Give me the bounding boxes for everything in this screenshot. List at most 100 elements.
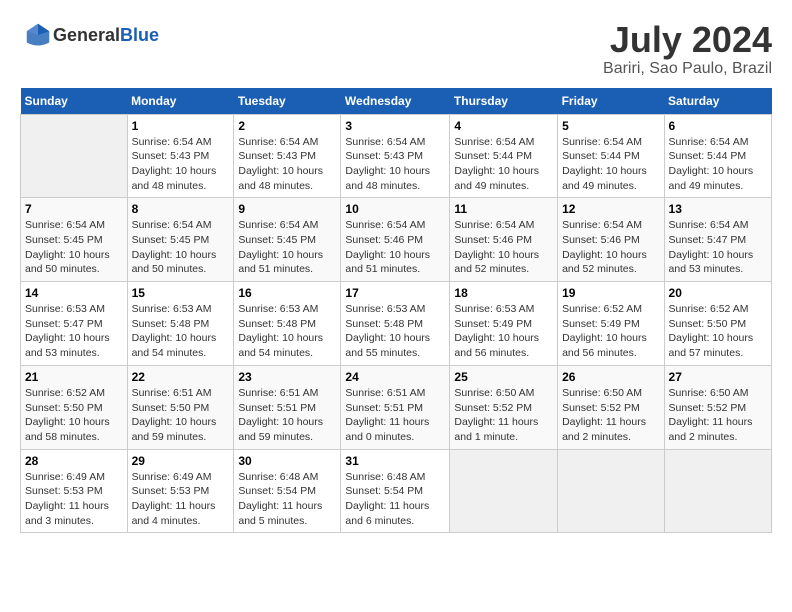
cell-date: 16 <box>238 286 336 300</box>
cell-info: Sunrise: 6:52 AM Sunset: 5:49 PM Dayligh… <box>562 302 659 361</box>
cell-date: 25 <box>454 370 553 384</box>
cell-date: 6 <box>669 119 767 133</box>
cell-info: Sunrise: 6:54 AM Sunset: 5:45 PM Dayligh… <box>132 218 230 277</box>
cell-info: Sunrise: 6:50 AM Sunset: 5:52 PM Dayligh… <box>454 386 553 445</box>
calendar-table: SundayMondayTuesdayWednesdayThursdayFrid… <box>20 88 772 534</box>
cell-info: Sunrise: 6:52 AM Sunset: 5:50 PM Dayligh… <box>669 302 767 361</box>
cell-date: 4 <box>454 119 553 133</box>
cell-info: Sunrise: 6:49 AM Sunset: 5:53 PM Dayligh… <box>25 470 123 529</box>
calendar-cell: 7 Sunrise: 6:54 AM Sunset: 5:45 PM Daylig… <box>21 198 128 282</box>
cell-date: 13 <box>669 202 767 216</box>
cell-date: 3 <box>345 119 445 133</box>
calendar-cell: 13 Sunrise: 6:54 AM Sunset: 5:47 PM Dayli… <box>664 198 771 282</box>
calendar-cell: 21 Sunrise: 6:52 AM Sunset: 5:50 PM Dayli… <box>21 365 128 449</box>
cell-date: 24 <box>345 370 445 384</box>
calendar-cell: 30 Sunrise: 6:48 AM Sunset: 5:54 PM Dayli… <box>234 449 341 533</box>
cell-info: Sunrise: 6:54 AM Sunset: 5:43 PM Dayligh… <box>132 135 230 194</box>
cell-date: 17 <box>345 286 445 300</box>
calendar-cell: 15Sunrise: 6:53 AM Sunset: 5:48 PM Dayli… <box>127 282 234 366</box>
calendar-cell: 27 Sunrise: 6:50 AM Sunset: 5:52 PM Dayli… <box>664 365 771 449</box>
calendar-cell: 10 Sunrise: 6:54 AM Sunset: 5:46 PM Dayli… <box>341 198 450 282</box>
cell-date: 10 <box>345 202 445 216</box>
calendar-cell: 20 Sunrise: 6:52 AM Sunset: 5:50 PM Dayli… <box>664 282 771 366</box>
calendar-day-header: Wednesday <box>341 88 450 115</box>
sub-title: Bariri, Sao Paulo, Brazil <box>603 60 772 78</box>
cell-info: Sunrise: 6:48 AM Sunset: 5:54 PM Dayligh… <box>238 470 336 529</box>
cell-info: Sunrise: 6:54 AM Sunset: 5:46 PM Dayligh… <box>345 218 445 277</box>
calendar-header-row: SundayMondayTuesdayWednesdayThursdayFrid… <box>21 88 772 115</box>
cell-date: 5 <box>562 119 659 133</box>
calendar-day-header: Friday <box>558 88 664 115</box>
calendar-cell <box>21 114 128 198</box>
cell-date: 18 <box>454 286 553 300</box>
calendar-day-header: Sunday <box>21 88 128 115</box>
calendar-cell: 19 Sunrise: 6:52 AM Sunset: 5:49 PM Dayli… <box>558 282 664 366</box>
cell-info: Sunrise: 6:54 AM Sunset: 5:47 PM Dayligh… <box>669 218 767 277</box>
cell-date: 20 <box>669 286 767 300</box>
main-title: July 2024 <box>603 20 772 60</box>
calendar-cell: 16 Sunrise: 6:53 AM Sunset: 5:48 PM Dayli… <box>234 282 341 366</box>
calendar-day-header: Thursday <box>450 88 558 115</box>
cell-date: 1 <box>132 119 230 133</box>
calendar-cell: 17 Sunrise: 6:53 AM Sunset: 5:48 PM Dayli… <box>341 282 450 366</box>
cell-info: Sunrise: 6:53 AM Sunset: 5:48 PM Dayligh… <box>345 302 445 361</box>
cell-date: 21 <box>25 370 123 384</box>
logo-text-blue: Blue <box>120 25 159 45</box>
cell-date: 27 <box>669 370 767 384</box>
calendar-cell: 14Sunrise: 6:53 AM Sunset: 5:47 PM Dayli… <box>21 282 128 366</box>
logo: GeneralBlue <box>20 20 159 50</box>
cell-info: Sunrise: 6:48 AM Sunset: 5:54 PM Dayligh… <box>345 470 445 529</box>
calendar-cell: 23Sunrise: 6:51 AM Sunset: 5:51 PM Dayli… <box>234 365 341 449</box>
cell-info: Sunrise: 6:54 AM Sunset: 5:44 PM Dayligh… <box>669 135 767 194</box>
cell-info: Sunrise: 6:54 AM Sunset: 5:43 PM Dayligh… <box>345 135 445 194</box>
calendar-cell: 6 Sunrise: 6:54 AM Sunset: 5:44 PM Daylig… <box>664 114 771 198</box>
cell-date: 19 <box>562 286 659 300</box>
calendar-cell: 5 Sunrise: 6:54 AM Sunset: 5:44 PM Daylig… <box>558 114 664 198</box>
calendar-week-row: 1 Sunrise: 6:54 AM Sunset: 5:43 PM Daylig… <box>21 114 772 198</box>
title-block: July 2024 Bariri, Sao Paulo, Brazil <box>603 20 772 78</box>
cell-date: 14 <box>25 286 123 300</box>
cell-date: 12 <box>562 202 659 216</box>
calendar-cell: 25 Sunrise: 6:50 AM Sunset: 5:52 PM Dayli… <box>450 365 558 449</box>
cell-date: 8 <box>132 202 230 216</box>
cell-date: 26 <box>562 370 659 384</box>
calendar-cell: 8 Sunrise: 6:54 AM Sunset: 5:45 PM Daylig… <box>127 198 234 282</box>
cell-date: 31 <box>345 454 445 468</box>
calendar-cell: 11Sunrise: 6:54 AM Sunset: 5:46 PM Dayli… <box>450 198 558 282</box>
cell-info: Sunrise: 6:49 AM Sunset: 5:53 PM Dayligh… <box>132 470 230 529</box>
cell-date: 30 <box>238 454 336 468</box>
calendar-cell <box>664 449 771 533</box>
cell-info: Sunrise: 6:54 AM Sunset: 5:45 PM Dayligh… <box>238 218 336 277</box>
calendar-cell: 3 Sunrise: 6:54 AM Sunset: 5:43 PM Daylig… <box>341 114 450 198</box>
cell-info: Sunrise: 6:50 AM Sunset: 5:52 PM Dayligh… <box>562 386 659 445</box>
calendar-day-header: Saturday <box>664 88 771 115</box>
calendar-cell: 12 Sunrise: 6:54 AM Sunset: 5:46 PM Dayli… <box>558 198 664 282</box>
cell-info: Sunrise: 6:53 AM Sunset: 5:48 PM Dayligh… <box>238 302 336 361</box>
calendar-day-header: Monday <box>127 88 234 115</box>
cell-info: Sunrise: 6:54 AM Sunset: 5:45 PM Dayligh… <box>25 218 123 277</box>
cell-info: Sunrise: 6:54 AM Sunset: 5:46 PM Dayligh… <box>562 218 659 277</box>
cell-info: Sunrise: 6:53 AM Sunset: 5:49 PM Dayligh… <box>454 302 553 361</box>
cell-date: 28 <box>25 454 123 468</box>
cell-info: Sunrise: 6:51 AM Sunset: 5:50 PM Dayligh… <box>132 386 230 445</box>
calendar-cell: 28 Sunrise: 6:49 AM Sunset: 5:53 PM Dayli… <box>21 449 128 533</box>
calendar-week-row: 21 Sunrise: 6:52 AM Sunset: 5:50 PM Dayli… <box>21 365 772 449</box>
calendar-day-header: Tuesday <box>234 88 341 115</box>
cell-date: 15 <box>132 286 230 300</box>
calendar-cell: 31 Sunrise: 6:48 AM Sunset: 5:54 PM Dayli… <box>341 449 450 533</box>
calendar-cell: 1 Sunrise: 6:54 AM Sunset: 5:43 PM Daylig… <box>127 114 234 198</box>
cell-info: Sunrise: 6:54 AM Sunset: 5:44 PM Dayligh… <box>562 135 659 194</box>
calendar-cell: 24 Sunrise: 6:51 AM Sunset: 5:51 PM Dayli… <box>341 365 450 449</box>
cell-date: 9 <box>238 202 336 216</box>
cell-info: Sunrise: 6:52 AM Sunset: 5:50 PM Dayligh… <box>25 386 123 445</box>
cell-date: 7 <box>25 202 123 216</box>
cell-date: 22 <box>132 370 230 384</box>
calendar-cell: 18 Sunrise: 6:53 AM Sunset: 5:49 PM Dayli… <box>450 282 558 366</box>
calendar-week-row: 14Sunrise: 6:53 AM Sunset: 5:47 PM Dayli… <box>21 282 772 366</box>
cell-info: Sunrise: 6:51 AM Sunset: 5:51 PM Dayligh… <box>345 386 445 445</box>
cell-info: Sunrise: 6:50 AM Sunset: 5:52 PM Dayligh… <box>669 386 767 445</box>
calendar-body: 1 Sunrise: 6:54 AM Sunset: 5:43 PM Daylig… <box>21 114 772 533</box>
calendar-cell: 26 Sunrise: 6:50 AM Sunset: 5:52 PM Dayli… <box>558 365 664 449</box>
cell-date: 23 <box>238 370 336 384</box>
calendar-cell: 22 Sunrise: 6:51 AM Sunset: 5:50 PM Dayli… <box>127 365 234 449</box>
